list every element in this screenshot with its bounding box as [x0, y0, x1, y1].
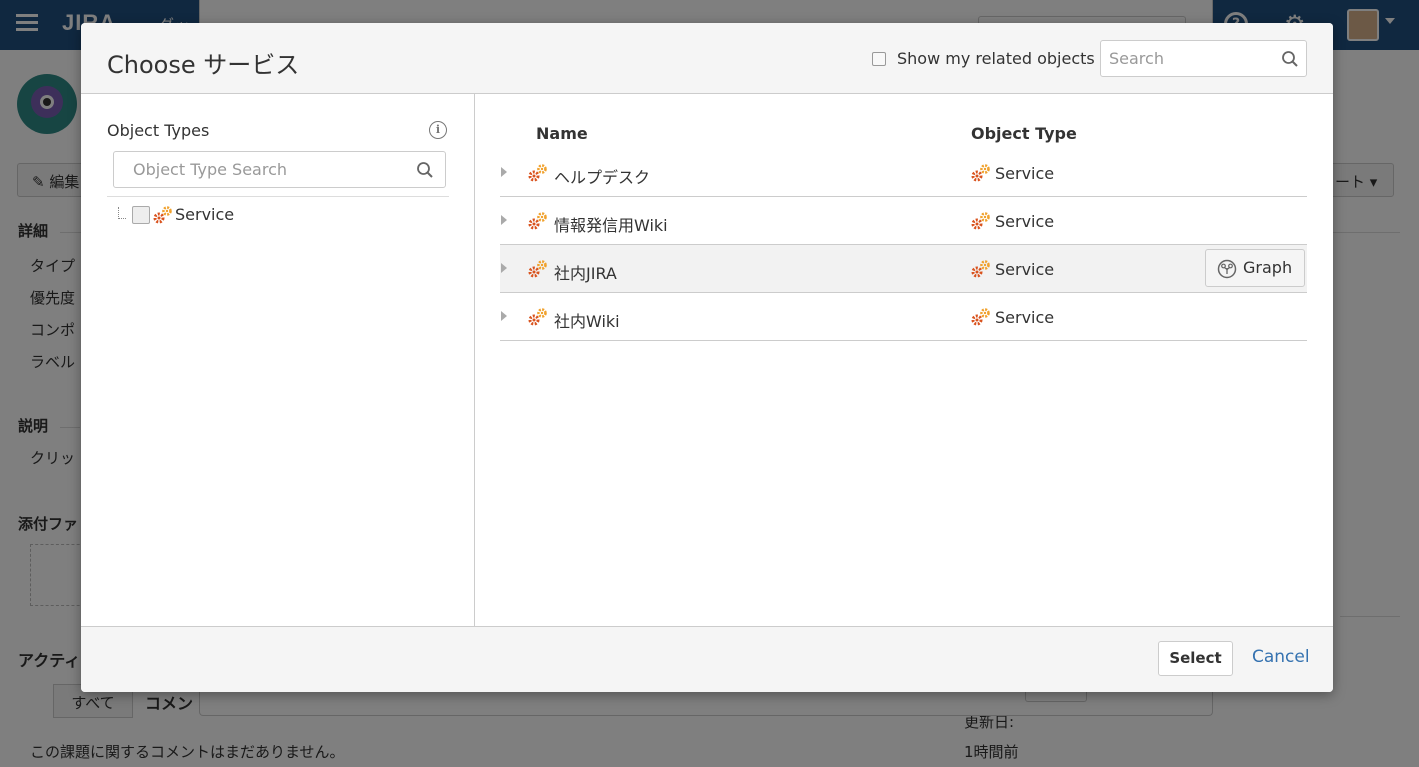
select-button[interactable]: Select	[1158, 641, 1233, 676]
cancel-link[interactable]: Cancel	[1252, 647, 1310, 667]
graph-icon	[1217, 259, 1237, 279]
service-icon	[971, 308, 990, 326]
service-icon	[153, 206, 172, 224]
object-types-panel: Object Types i Service	[81, 94, 475, 626]
caret-right-icon[interactable]	[501, 311, 507, 321]
row-type: Service	[995, 260, 1055, 279]
divider	[107, 196, 449, 197]
row-type: Service	[995, 164, 1055, 183]
table-row[interactable]: 情報発信用Wiki Service	[500, 197, 1307, 245]
show-related-objects-checkbox[interactable]	[872, 52, 886, 66]
caret-right-icon[interactable]	[501, 167, 507, 177]
tree-item-service[interactable]: Service	[175, 205, 234, 224]
choose-object-dialog: Choose サービス Show my related objects Obje…	[81, 23, 1333, 692]
caret-right-icon[interactable]	[501, 263, 507, 273]
object-type-search-input[interactable]	[115, 153, 405, 186]
dialog-footer: Select Cancel	[81, 626, 1333, 692]
object-type-search-box[interactable]	[113, 151, 446, 188]
graph-button[interactable]: Graph	[1205, 249, 1305, 287]
row-type: Service	[995, 212, 1055, 231]
tree-connector	[118, 207, 126, 219]
service-icon	[528, 308, 547, 326]
row-type: Service	[995, 308, 1055, 327]
search-icon[interactable]	[416, 161, 434, 179]
object-search-input[interactable]	[1102, 42, 1272, 75]
column-header-name[interactable]: Name	[536, 124, 588, 143]
tree-item-checkbox[interactable]	[132, 206, 150, 224]
graph-button-label: Graph	[1243, 258, 1293, 277]
service-icon	[971, 260, 990, 278]
info-icon[interactable]: i	[429, 121, 447, 139]
service-icon	[528, 212, 547, 230]
table-row[interactable]: ヘルプデスク Service	[500, 149, 1307, 197]
caret-right-icon[interactable]	[501, 215, 507, 225]
service-icon	[971, 212, 990, 230]
object-types-heading: Object Types	[107, 121, 210, 140]
search-icon[interactable]	[1281, 50, 1299, 68]
dialog-title: Choose サービス	[107, 51, 300, 79]
object-search-box[interactable]	[1100, 40, 1307, 77]
show-related-objects-label[interactable]: Show my related objects	[897, 49, 1095, 68]
service-icon	[528, 164, 547, 182]
table-row[interactable]: 社内Wiki Service	[500, 293, 1307, 341]
service-icon	[528, 260, 547, 278]
row-name[interactable]: ヘルプデスク	[554, 164, 650, 188]
column-header-object-type[interactable]: Object Type	[971, 124, 1077, 143]
row-name[interactable]: 社内JIRA	[554, 260, 617, 284]
dialog-header: Choose サービス Show my related objects	[81, 23, 1333, 94]
table-row[interactable]: 社内JIRA Service Graph	[500, 245, 1307, 293]
row-name[interactable]: 情報発信用Wiki	[554, 212, 668, 236]
service-icon	[971, 164, 990, 182]
row-name[interactable]: 社内Wiki	[554, 308, 620, 332]
